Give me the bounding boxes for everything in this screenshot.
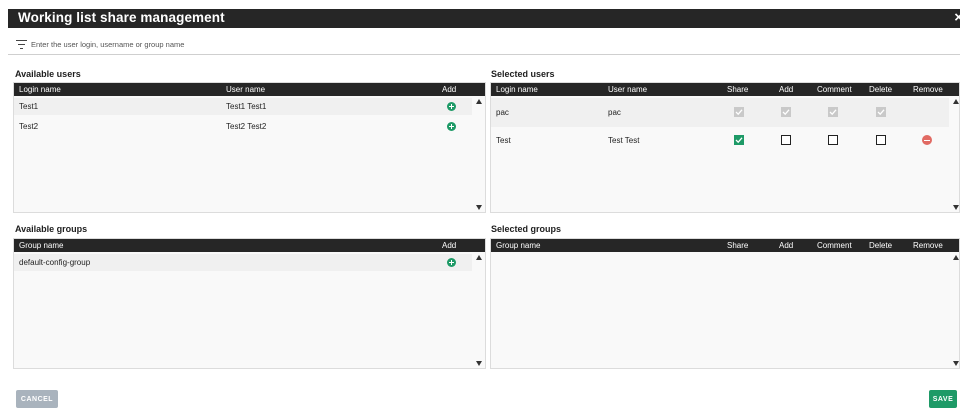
available-groups-header: Group name Add [14,239,485,252]
add-checkbox[interactable] [781,135,791,145]
table-row: pac pac [491,98,949,127]
cancel-button[interactable]: CANCEL [16,390,58,408]
selected-groups-panel: Group name Share Add Comment Delete Remo… [490,238,960,369]
table-row: Test Test Test [491,127,949,152]
col-user-name: User name [608,85,648,94]
remove-user-button[interactable] [922,135,932,145]
login-name-cell: Test2 [19,122,39,131]
available-users-panel: Login name User name Add Test1 Test1 Tes… [13,82,486,213]
col-add: Add [442,241,457,250]
scroll-up-icon[interactable] [476,99,482,104]
col-group-name: Group name [19,241,64,250]
dialog-title-bar: Working list share management × [8,9,960,28]
group-name-cell: default-config-group [19,258,91,267]
table-row: Test2 Test2 Test2 [14,118,472,135]
scroll-down-icon[interactable] [953,205,959,210]
available-users-header: Login name User name Add [14,83,485,96]
add-user-button[interactable] [447,122,456,131]
delete-checkbox[interactable] [876,135,886,145]
selected-groups-header: Group name Share Add Comment Delete Remo… [491,239,959,252]
col-add: Add [779,85,794,94]
scroll-down-icon[interactable] [476,205,482,210]
share-checkbox [734,107,744,117]
selected-groups-title: Selected groups [491,224,562,234]
col-group-name: Group name [496,241,541,250]
col-user-name: User name [226,85,266,94]
search-input[interactable] [31,36,631,52]
available-groups-title: Available groups [15,224,88,234]
add-group-button[interactable] [447,258,456,267]
login-name-cell: pac [496,108,509,117]
col-comment: Comment [817,85,852,94]
selected-users-header: Login name User name Share Add Comment D… [491,83,959,96]
close-icon[interactable]: × [954,9,960,26]
user-name-cell: Test1 Test1 [226,102,267,111]
save-button[interactable]: SAVE [929,390,957,408]
user-name-cell: Test2 Test2 [226,122,267,131]
scroll-down-icon[interactable] [476,361,482,366]
col-remove: Remove [913,85,943,94]
user-name-cell: pac [608,108,621,117]
col-delete: Delete [869,241,893,250]
scroll-up-icon[interactable] [953,99,959,104]
selected-users-panel: Login name User name Share Add Comment D… [490,82,960,213]
col-login-name: Login name [19,85,61,94]
add-checkbox [781,107,791,117]
dialog-title: Working list share management [18,10,225,25]
available-groups-panel: Group name Add default-config-group [13,238,486,369]
share-checkbox[interactable] [734,135,744,145]
col-delete: Delete [869,85,893,94]
login-name-cell: Test [496,136,511,145]
scroll-up-icon[interactable] [476,255,482,260]
table-row: Test1 Test1 Test1 [14,98,472,115]
col-login-name: Login name [496,85,538,94]
comment-checkbox[interactable] [828,135,838,145]
col-add: Add [442,85,457,94]
table-row: default-config-group [14,254,472,271]
col-share: Share [727,85,749,94]
delete-checkbox [876,107,886,117]
col-add: Add [779,241,794,250]
comment-checkbox [828,107,838,117]
col-comment: Comment [817,241,852,250]
user-name-cell: Test Test [608,136,640,145]
filter-bar [8,33,960,55]
add-user-button[interactable] [447,102,456,111]
col-remove: Remove [913,241,943,250]
col-share: Share [727,241,749,250]
login-name-cell: Test1 [19,102,39,111]
scroll-up-icon[interactable] [953,255,959,260]
scroll-down-icon[interactable] [953,361,959,366]
available-users-title: Available users [15,69,81,79]
selected-users-title: Selected users [491,69,555,79]
filter-icon [16,40,27,50]
